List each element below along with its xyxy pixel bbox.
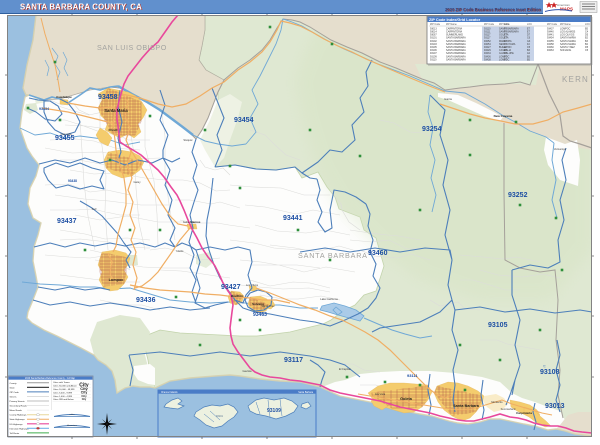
- svg-text:Ventucopa: Ventucopa: [554, 147, 567, 151]
- svg-text:93111: 93111: [407, 373, 418, 378]
- svg-text:LOC: LOC: [585, 23, 590, 26]
- svg-text:SANTA BARBARA: SANTA BARBARA: [298, 251, 368, 260]
- svg-text:SANTA BARBARA COUNTY, CA: SANTA BARBARA COUNTY, CA: [20, 3, 142, 12]
- svg-text:≈: ≈: [543, 364, 546, 370]
- svg-text:93110: 93110: [430, 58, 437, 61]
- svg-text:ZIP Code: ZIP Code: [430, 23, 441, 26]
- svg-text:Santa Barbara: Santa Barbara: [298, 391, 314, 394]
- svg-text:Gaviota: Gaviota: [243, 369, 252, 373]
- svg-text:Goleta: Goleta: [400, 397, 413, 401]
- svg-text:County Highways: County Highways: [10, 414, 28, 417]
- svg-text:93108: 93108: [540, 369, 560, 376]
- svg-text:KERN: KERN: [562, 75, 589, 84]
- svg-text:Minor Roads: Minor Roads: [10, 409, 23, 412]
- svg-text:US Highways: US Highways: [10, 424, 24, 426]
- svg-text:93437: 93437: [57, 218, 77, 225]
- svg-text:Guadalupe: Guadalupe: [56, 95, 72, 99]
- svg-text:SANTA BARBARA: SANTA BARBARA: [446, 58, 466, 61]
- svg-text:ZIP Code: ZIP Code: [547, 23, 558, 26]
- svg-text:93013: 93013: [545, 403, 565, 410]
- svg-text:Cities with Towns: Cities with Towns: [53, 381, 71, 384]
- svg-text:Montecito: Montecito: [491, 400, 503, 404]
- svg-text:ZIP Code: ZIP Code: [10, 392, 20, 394]
- svg-text:ZIP Name: ZIP Name: [499, 23, 510, 26]
- svg-text:Harris: Harris: [177, 249, 185, 253]
- svg-text:Toll Route: Toll Route: [10, 432, 21, 435]
- svg-text:kilometers: kilometers: [67, 424, 78, 427]
- svg-text:Channel Islands: Channel Islands: [161, 392, 178, 394]
- svg-text:Garey: Garey: [133, 180, 141, 184]
- svg-text:ZIP Name: ZIP Name: [560, 23, 571, 26]
- svg-text:93438: 93438: [484, 58, 491, 61]
- svg-text:LOMPOC: LOMPOC: [499, 58, 510, 61]
- svg-text:93463: 93463: [253, 312, 267, 318]
- svg-text:Surf: Surf: [92, 207, 97, 211]
- svg-text:SAN LUIS OBISPO: SAN LUIS OBISPO: [97, 43, 167, 52]
- svg-text:Cities 1,000 - 4,999: Cities 1,000 - 4,999: [53, 395, 73, 398]
- svg-text:93117: 93117: [284, 357, 303, 364]
- svg-text:93254: 93254: [422, 126, 442, 133]
- svg-text:SOLVANG: SOLVANG: [560, 49, 571, 52]
- svg-text:Cities 50,000 and Above: Cities 50,000 and Above: [53, 385, 77, 388]
- svg-text:Buellton: Buellton: [231, 294, 243, 298]
- svg-text:93252: 93252: [508, 192, 528, 199]
- svg-text:ZIP Code: ZIP Code: [484, 23, 495, 26]
- svg-text:93434: 93434: [39, 107, 49, 111]
- svg-text:miles: miles: [69, 414, 75, 416]
- svg-text:93463: 93463: [547, 49, 554, 52]
- svg-text:ZIP Name: ZIP Name: [446, 23, 457, 26]
- svg-text:93105: 93105: [488, 322, 508, 329]
- svg-text:County: County: [10, 382, 18, 385]
- svg-text:New Cuyama: New Cuyama: [494, 114, 513, 118]
- svg-text:Cities 999 and Below: Cities 999 and Below: [53, 398, 74, 401]
- svg-text:ZIP Code Index/Grid Locator: ZIP Code Index/Grid Locator: [429, 18, 481, 22]
- svg-text:Streets: Streets: [10, 396, 18, 399]
- svg-text:Summerland: Summerland: [501, 407, 516, 411]
- svg-text:Cities 5,000 - 9,999: Cities 5,000 - 9,999: [53, 391, 73, 394]
- svg-text:Carpinteria: Carpinteria: [516, 411, 532, 415]
- svg-text:93427: 93427: [221, 284, 241, 291]
- svg-text:Santa Ynez: Santa Ynez: [261, 304, 275, 308]
- svg-text:City: City: [81, 394, 87, 398]
- svg-text:Interstate Highways: Interstate Highways: [10, 427, 30, 430]
- svg-text:93458: 93458: [98, 94, 118, 101]
- svg-text:Los Olivos: Los Olivos: [246, 283, 259, 287]
- svg-text:Primary Streets: Primary Streets: [10, 400, 26, 403]
- svg-text:Santa Maria: Santa Maria: [104, 108, 128, 113]
- svg-text:Orcutt: Orcutt: [109, 128, 118, 132]
- svg-text:Casmalia: Casmalia: [61, 132, 72, 136]
- svg-text:Secondary Roads: Secondary Roads: [10, 405, 28, 408]
- svg-text:93109: 93109: [267, 408, 281, 414]
- svg-text:Lake Cachuma: Lake Cachuma: [320, 297, 338, 301]
- svg-text:State: State: [10, 386, 16, 389]
- svg-text:State Highways: State Highways: [10, 418, 26, 421]
- svg-text:93441: 93441: [283, 215, 303, 222]
- svg-text:2020 Santa Barbara Reference C: 2020 Santa Barbara Reference County - CA…: [25, 377, 76, 380]
- svg-text:93455: 93455: [55, 135, 75, 142]
- svg-text:LOC: LOC: [527, 23, 532, 26]
- svg-text:Los Alamos: Los Alamos: [184, 220, 201, 224]
- svg-text:Cities 10,000 - 49,999: Cities 10,000 - 49,999: [53, 388, 75, 391]
- svg-text:Lompoc: Lompoc: [109, 278, 124, 282]
- svg-text:Sisquoc: Sisquoc: [183, 138, 193, 142]
- svg-text:93438: 93438: [68, 179, 77, 183]
- svg-text:Isla Vista: Isla Vista: [375, 392, 386, 396]
- svg-text:El Capitan: El Capitan: [339, 367, 352, 371]
- svg-text:93460: 93460: [368, 250, 388, 257]
- svg-text:Garcia: Garcia: [444, 97, 452, 101]
- svg-text:93454: 93454: [234, 117, 254, 124]
- svg-text:93101: 93101: [216, 415, 224, 418]
- svg-text:93436: 93436: [136, 297, 156, 304]
- svg-text:2020 ZIP Code Business Referen: 2020 ZIP Code Business Reference Inset E…: [445, 7, 541, 12]
- svg-text:Santa Barbara: Santa Barbara: [453, 404, 480, 408]
- svg-text:City: City: [82, 398, 87, 401]
